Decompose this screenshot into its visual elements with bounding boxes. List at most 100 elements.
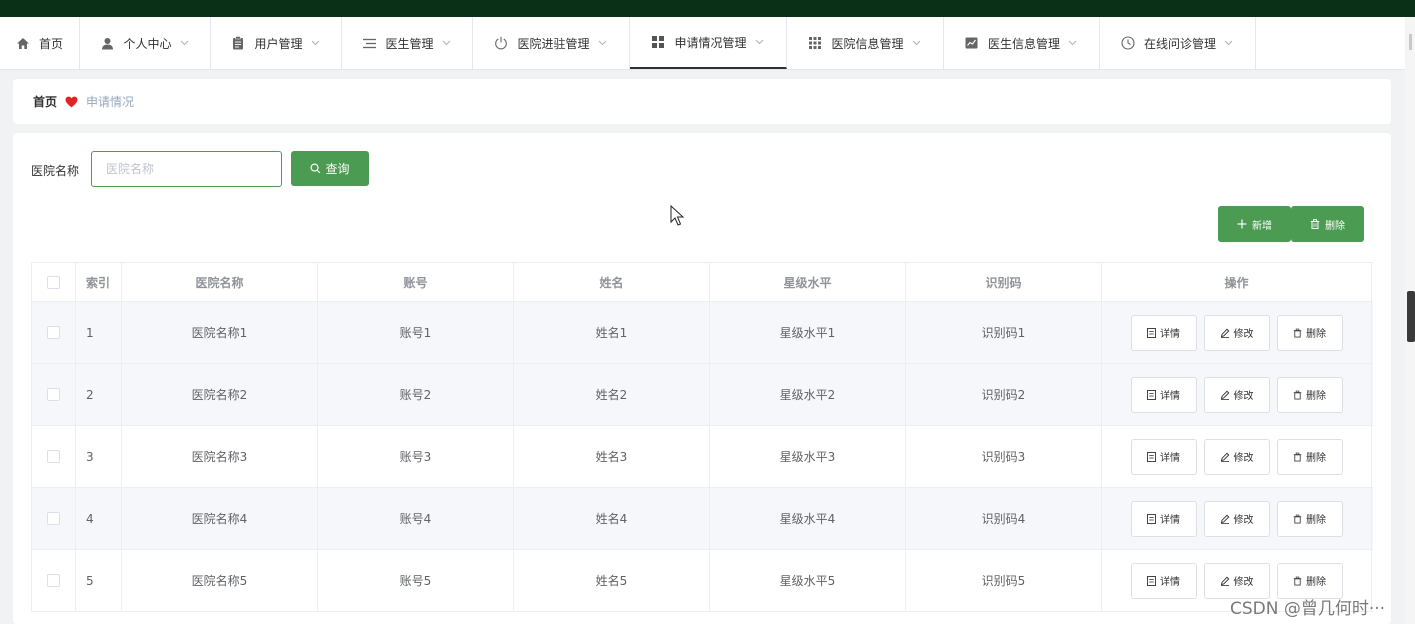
- nav-item-label: 医生信息管理: [987, 36, 1060, 51]
- detail-button[interactable]: 详情: [1130, 438, 1197, 475]
- edit-button[interactable]: 修改: [1203, 314, 1270, 351]
- add-button[interactable]: 新增: [1218, 206, 1291, 242]
- select-all-checkbox[interactable]: [47, 275, 60, 289]
- table-header-row: 索引 医院名称 账号 姓名 星级水平 识别码 操作: [31, 262, 1373, 302]
- table-cell: 识别码1: [906, 302, 1102, 363]
- scrollbar-thumb[interactable]: [1407, 291, 1415, 342]
- edit-button[interactable]: 修改: [1203, 376, 1270, 413]
- edit-icon: [1220, 390, 1230, 400]
- table-row: 2 医院名称2 账号2 姓名2 星级水平2 识别码2 详情 修改 删除: [31, 364, 1373, 426]
- table-cell: 识别码4: [906, 488, 1102, 549]
- detail-button[interactable]: 详情: [1130, 500, 1197, 537]
- trash-icon: [1293, 514, 1302, 524]
- breadcrumb: 首页 申请情况: [13, 79, 1391, 124]
- breadcrumb-home[interactable]: 首页: [33, 93, 57, 110]
- nav-item-1[interactable]: 个人中心: [80, 17, 211, 69]
- row-actions: 详情 修改 删除: [1102, 488, 1372, 549]
- nav-item-label: 医院信息管理: [831, 36, 904, 51]
- table-cell: 账号1: [318, 302, 514, 363]
- row-checkbox[interactable]: [47, 574, 60, 587]
- add-button-label: 新增: [1252, 220, 1272, 232]
- delete-button[interactable]: 删除: [1276, 500, 1343, 537]
- column-header: 识别码: [906, 263, 1102, 301]
- edit-button[interactable]: 修改: [1203, 438, 1270, 475]
- delete-button[interactable]: 删除: [1276, 376, 1343, 413]
- nav-item-4[interactable]: 医院进驻管理: [473, 17, 630, 69]
- document-icon: [1147, 575, 1156, 586]
- hospital-name-input[interactable]: [91, 151, 282, 187]
- document-icon: [1147, 327, 1156, 338]
- detail-button[interactable]: 详情: [1130, 562, 1197, 599]
- table-row: 3 医院名称3 账号3 姓名3 星级水平3 识别码3 详情 修改 删除: [31, 426, 1373, 488]
- row-checkbox[interactable]: [47, 450, 60, 463]
- search-icon: [310, 163, 321, 174]
- edit-label: 修改: [1233, 329, 1254, 340]
- row-select-cell: [31, 488, 76, 549]
- row-checkbox[interactable]: [47, 326, 60, 339]
- nav-item-label: 用户管理: [254, 36, 303, 51]
- row-actions: 详情 修改 删除: [1102, 302, 1372, 363]
- table-cell: 账号5: [318, 550, 514, 611]
- table-cell: 医院名称5: [122, 550, 318, 611]
- detail-label: 详情: [1160, 577, 1180, 588]
- table-row: 1 医院名称1 账号1 姓名1 星级水平1 识别码1 详情 修改 删除: [31, 302, 1373, 364]
- document-icon: [1147, 451, 1156, 462]
- detail-label: 详情: [1160, 453, 1180, 464]
- nav-item-label: 医生管理: [385, 36, 434, 51]
- table-cell: 账号3: [318, 426, 514, 487]
- table-cell: 医院名称4: [122, 488, 318, 549]
- table-cell: 2: [76, 364, 122, 425]
- batch-delete-button[interactable]: 删除: [1291, 206, 1364, 242]
- table-cell: 5: [76, 550, 122, 611]
- chevron-down-icon: [1224, 38, 1234, 48]
- nav-item-label: 个人中心: [123, 36, 172, 51]
- row-checkbox[interactable]: [47, 388, 60, 401]
- scrollbar-arrow[interactable]: [1409, 34, 1412, 50]
- column-header: 账号: [318, 263, 514, 301]
- nav-item-label: 申请情况管理: [674, 35, 747, 50]
- column-header: 操作: [1102, 263, 1372, 301]
- trash-icon: [1293, 390, 1302, 400]
- row-select-cell: [31, 550, 76, 611]
- search-button[interactable]: 查询: [291, 151, 369, 186]
- table-cell: 账号4: [318, 488, 514, 549]
- delete-button[interactable]: 删除: [1276, 314, 1343, 351]
- table-cell: 星级水平1: [710, 302, 906, 363]
- nav-item-6[interactable]: 医院信息管理: [787, 17, 944, 69]
- table-row: 4 医院名称4 账号4 姓名4 星级水平4 识别码4 详情 修改 删除: [31, 488, 1373, 550]
- detail-button[interactable]: 详情: [1130, 376, 1197, 413]
- table-cell: 星级水平3: [710, 426, 906, 487]
- edit-icon: [1220, 452, 1230, 462]
- mouse-cursor-icon: [670, 204, 685, 227]
- row-checkbox[interactable]: [47, 512, 60, 525]
- nav-item-8[interactable]: 在线问诊管理: [1100, 17, 1256, 69]
- document-icon: [1147, 513, 1156, 524]
- nav-item-0[interactable]: 首页: [0, 17, 80, 69]
- table-cell: 姓名2: [514, 364, 710, 425]
- table-cell: 姓名3: [514, 426, 710, 487]
- search-label: 医院名称: [31, 164, 80, 178]
- edit-label: 修改: [1233, 515, 1254, 526]
- nav-item-2[interactable]: 用户管理: [211, 17, 342, 69]
- chevron-down-icon: [442, 38, 452, 48]
- row-actions: 详情 修改 删除: [1102, 364, 1372, 425]
- table-cell: 星级水平5: [710, 550, 906, 611]
- table-cell: 星级水平2: [710, 364, 906, 425]
- home-icon: [16, 36, 30, 50]
- document-icon: [1147, 389, 1156, 400]
- table-cell: 3: [76, 426, 122, 487]
- edit-icon: [1220, 328, 1230, 338]
- delete-label: 删除: [1306, 515, 1326, 526]
- row-select-cell: [31, 426, 76, 487]
- chevron-down-icon: [755, 37, 765, 47]
- chevron-down-icon: [311, 38, 321, 48]
- delete-button[interactable]: 删除: [1276, 438, 1343, 475]
- nav-item-7[interactable]: 医生信息管理: [944, 17, 1100, 69]
- nav-item-label: 医院进驻管理: [517, 36, 590, 51]
- list-icon: [362, 36, 376, 50]
- nav-item-3[interactable]: 医生管理: [342, 17, 473, 69]
- delete-label: 删除: [1306, 391, 1326, 402]
- edit-button[interactable]: 修改: [1203, 500, 1270, 537]
- nav-item-5[interactable]: 申请情况管理: [630, 17, 787, 69]
- detail-button[interactable]: 详情: [1130, 314, 1197, 351]
